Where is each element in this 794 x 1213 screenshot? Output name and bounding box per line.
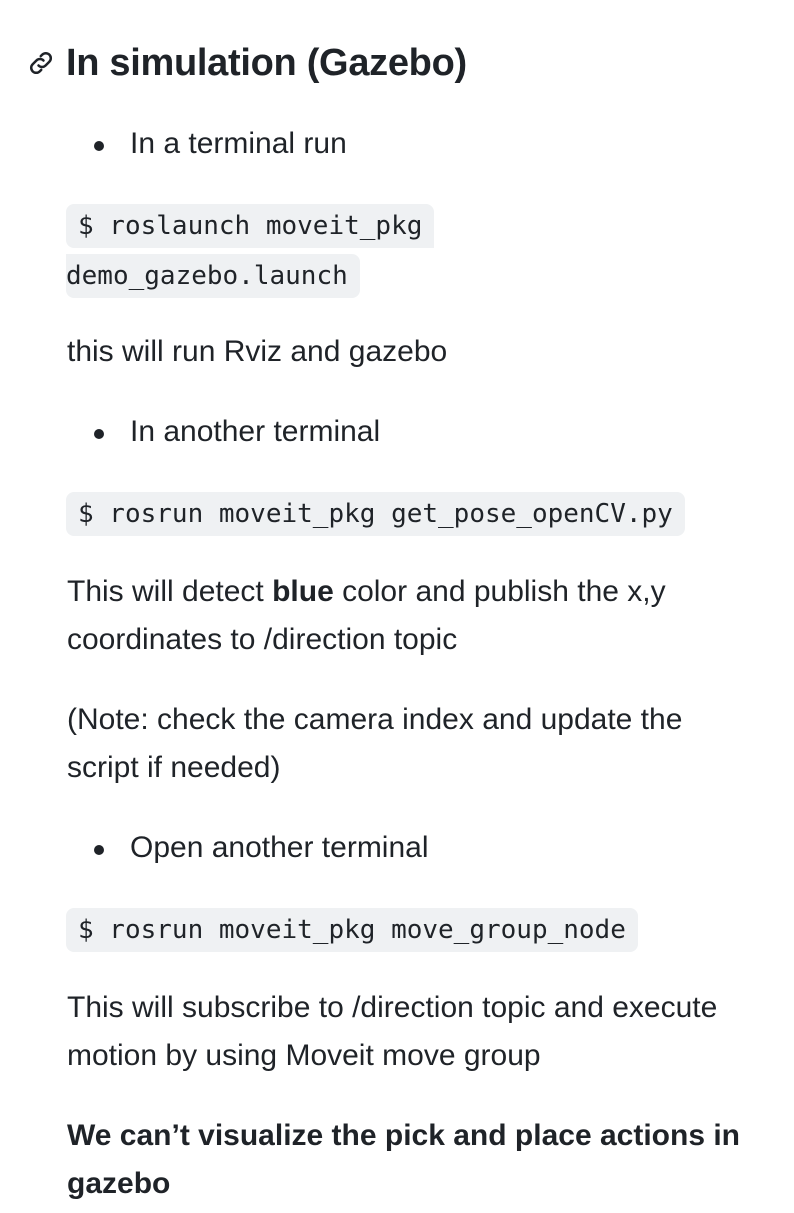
warning-text: We can’t visualize the pick and place ac… xyxy=(67,1119,740,1200)
bullet-icon xyxy=(94,845,104,855)
code-line: $ roslaunch moveit_pkg xyxy=(66,204,435,248)
bullet-icon xyxy=(94,429,104,439)
link-icon[interactable] xyxy=(26,48,56,78)
text-span: This will detect xyxy=(67,575,273,608)
page-title: In simulation (Gazebo) xyxy=(66,41,467,84)
list-item-step-2: In another terminal xyxy=(94,412,380,452)
readme-section: In simulation (Gazebo) In a terminal run… xyxy=(0,0,794,1213)
paragraph-description: This will detect blue color and publish … xyxy=(67,568,757,664)
list-item-step-1: In a terminal run xyxy=(94,124,347,164)
paragraph-description: This will subscribe to /direction topic … xyxy=(67,991,718,1072)
list-item-label: Open another terminal xyxy=(130,831,429,864)
code-block-get-pose[interactable]: $ rosrun moveit_pkg get_pose_openCV.py xyxy=(66,492,685,536)
list-item-label: In a terminal run xyxy=(130,127,347,160)
bullet-icon xyxy=(94,141,104,151)
code-line: demo_gazebo.launch xyxy=(66,254,360,298)
code-block-move-group[interactable]: $ rosrun moveit_pkg move_group_node xyxy=(66,908,638,952)
bold-text: blue xyxy=(272,575,334,608)
list-item-label: In another terminal xyxy=(130,415,381,448)
list-item-step-3: Open another terminal xyxy=(94,828,429,868)
section-heading: In simulation (Gazebo) xyxy=(26,38,467,88)
paragraph-note: (Note: check the camera index and update… xyxy=(67,703,683,784)
paragraph-note: this will run Rviz and gazebo xyxy=(67,335,448,368)
